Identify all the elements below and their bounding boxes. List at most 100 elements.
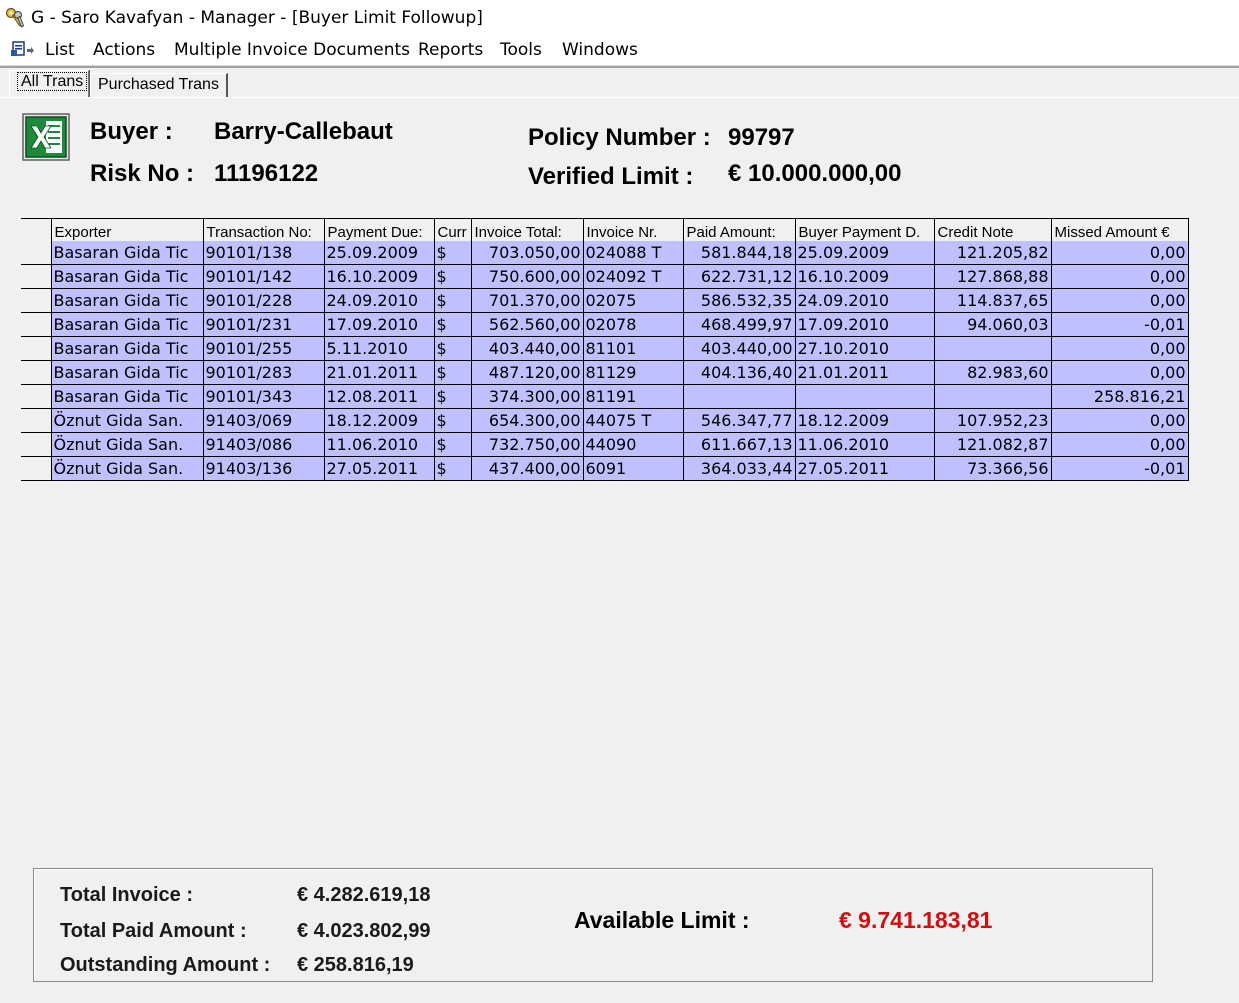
table-cell[interactable]: 17.09.2010 [795, 312, 935, 337]
row-selector[interactable] [21, 384, 52, 409]
row-selector[interactable] [21, 360, 52, 385]
table-cell[interactable]: 81101 [583, 336, 684, 361]
table-cell[interactable]: -0,01 [1051, 312, 1189, 337]
table-cell[interactable]: 81129 [583, 360, 684, 385]
transactions-table[interactable]: Exporter Transaction No: Payment Due: Cu… [21, 218, 1189, 481]
table-cell[interactable]: 403.440,00 [683, 336, 796, 361]
table-cell[interactable]: 94.060,03 [934, 312, 1052, 337]
table-cell[interactable]: $ [434, 408, 472, 433]
table-cell[interactable]: -0,01 [1051, 456, 1189, 481]
table-cell[interactable]: 0,00 [1051, 264, 1189, 289]
table-row[interactable]: Basaran Gida Tic 90101/343 12.08.2011 $374.… [21, 384, 1189, 409]
table-cell[interactable]: 25.09.2009 [795, 241, 935, 265]
table-cell[interactable]: 24.09.2010 [324, 288, 435, 313]
table-cell[interactable]: 90101/255 [203, 336, 325, 361]
table-cell[interactable]: 91403/069 [203, 408, 325, 433]
table-cell[interactable]: $ [434, 384, 472, 409]
table-cell[interactable]: 21.01.2011 [324, 360, 435, 385]
table-cell[interactable]: Basaran Gida Tic [51, 360, 204, 385]
table-cell[interactable]: Öznut Gida San. [51, 408, 204, 433]
table-cell[interactable]: 611.667,13 [683, 432, 796, 457]
row-selector[interactable] [21, 408, 52, 433]
table-cell[interactable]: $ [434, 336, 472, 361]
table-cell[interactable]: 0,00 [1051, 408, 1189, 433]
table-cell[interactable]: 703.050,00 [471, 241, 584, 265]
table-cell[interactable]: 73.366,56 [934, 456, 1052, 481]
col-invoice-total[interactable]: Invoice Total: [471, 218, 584, 241]
menu-reports[interactable]: Reports [418, 40, 483, 60]
table-cell[interactable]: 90101/142 [203, 264, 325, 289]
table-cell[interactable]: 732.750,00 [471, 432, 584, 457]
table-cell[interactable]: 17.09.2010 [324, 312, 435, 337]
col-transaction-no[interactable]: Transaction No: [203, 218, 325, 241]
table-cell[interactable]: Öznut Gida San. [51, 432, 204, 457]
table-row[interactable]: Öznut Gida San. 91403/086 11.06.2010 $732.7… [21, 432, 1189, 457]
table-cell[interactable]: 0,00 [1051, 288, 1189, 313]
table-cell[interactable]: 90101/138 [203, 241, 325, 265]
table-cell[interactable] [683, 384, 796, 409]
table-cell[interactable]: 24.09.2010 [795, 288, 935, 313]
col-credit-note[interactable]: Credit Note [934, 218, 1052, 241]
table-cell[interactable]: 18.12.2009 [324, 408, 435, 433]
table-cell[interactable]: 02078 [583, 312, 684, 337]
tab-purchased-trans[interactable]: Purchased Trans [90, 73, 228, 97]
table-cell[interactable]: 0,00 [1051, 432, 1189, 457]
table-row[interactable]: Öznut Gida San. 91403/136 27.05.2011 $437.4… [21, 456, 1189, 481]
table-cell[interactable]: Basaran Gida Tic [51, 241, 204, 265]
table-cell[interactable]: 16.10.2009 [324, 264, 435, 289]
table-row[interactable]: Basaran Gida Tic 90101/255 5.11.2010 $403.4… [21, 336, 1189, 361]
table-cell[interactable]: 91403/086 [203, 432, 325, 457]
menu-multiple-invoice-documents[interactable]: Multiple Invoice Documents [174, 40, 410, 60]
table-cell[interactable]: 02075 [583, 288, 684, 313]
table-cell[interactable]: 622.731,12 [683, 264, 796, 289]
table-cell[interactable]: 374.300,00 [471, 384, 584, 409]
table-cell[interactable]: $ [434, 241, 472, 265]
table-cell[interactable]: Basaran Gida Tic [51, 384, 204, 409]
table-cell[interactable]: 90101/283 [203, 360, 325, 385]
table-cell[interactable]: 0,00 [1051, 336, 1189, 361]
table-cell[interactable]: 403.440,00 [471, 336, 584, 361]
table-cell[interactable]: 546.347,77 [683, 408, 796, 433]
table-cell[interactable]: 27.05.2011 [795, 456, 935, 481]
table-row[interactable]: Basaran Gida Tic 90101/138 25.09.2009 $703.… [21, 241, 1189, 265]
table-cell[interactable]: 404.136,40 [683, 360, 796, 385]
table-cell[interactable]: 487.120,00 [471, 360, 584, 385]
row-selector[interactable] [21, 312, 52, 337]
table-cell[interactable]: Öznut Gida San. [51, 456, 204, 481]
row-selector[interactable] [21, 336, 52, 361]
table-cell[interactable]: 6091 [583, 456, 684, 481]
table-cell[interactable]: $ [434, 264, 472, 289]
table-cell[interactable]: $ [434, 456, 472, 481]
document-menu-icon[interactable] [10, 40, 36, 60]
row-selector[interactable] [21, 432, 52, 457]
table-cell[interactable]: Basaran Gida Tic [51, 288, 204, 313]
table-cell[interactable]: $ [434, 360, 472, 385]
menu-actions[interactable]: Actions [93, 40, 155, 60]
table-cell[interactable]: 107.952,23 [934, 408, 1052, 433]
table-cell[interactable]: 18.12.2009 [795, 408, 935, 433]
table-cell[interactable]: 024088 T [583, 241, 684, 265]
table-cell[interactable] [795, 384, 935, 409]
table-cell[interactable]: 44090 [583, 432, 684, 457]
table-cell[interactable] [934, 336, 1052, 361]
row-selector[interactable] [21, 264, 52, 289]
table-cell[interactable]: Basaran Gida Tic [51, 336, 204, 361]
table-cell[interactable]: 468.499,97 [683, 312, 796, 337]
menu-windows[interactable]: Windows [562, 40, 638, 60]
table-cell[interactable]: 0,00 [1051, 360, 1189, 385]
table-cell[interactable]: 16.10.2009 [795, 264, 935, 289]
table-cell[interactable]: $ [434, 288, 472, 313]
table-cell[interactable]: 81191 [583, 384, 684, 409]
col-exporter[interactable]: Exporter [51, 218, 204, 241]
table-cell[interactable]: 364.033,44 [683, 456, 796, 481]
table-cell[interactable]: 82.983,60 [934, 360, 1052, 385]
table-cell[interactable]: 44075 T [583, 408, 684, 433]
table-cell[interactable]: 21.01.2011 [795, 360, 935, 385]
table-cell[interactable]: 121.082,87 [934, 432, 1052, 457]
table-cell[interactable]: 121.205,82 [934, 241, 1052, 265]
row-selector[interactable] [21, 241, 52, 265]
table-cell[interactable]: 25.09.2009 [324, 241, 435, 265]
table-cell[interactable]: 701.370,00 [471, 288, 584, 313]
table-row[interactable]: Basaran Gida Tic 90101/231 17.09.2010 $562.… [21, 312, 1189, 337]
row-selector[interactable] [21, 456, 52, 481]
